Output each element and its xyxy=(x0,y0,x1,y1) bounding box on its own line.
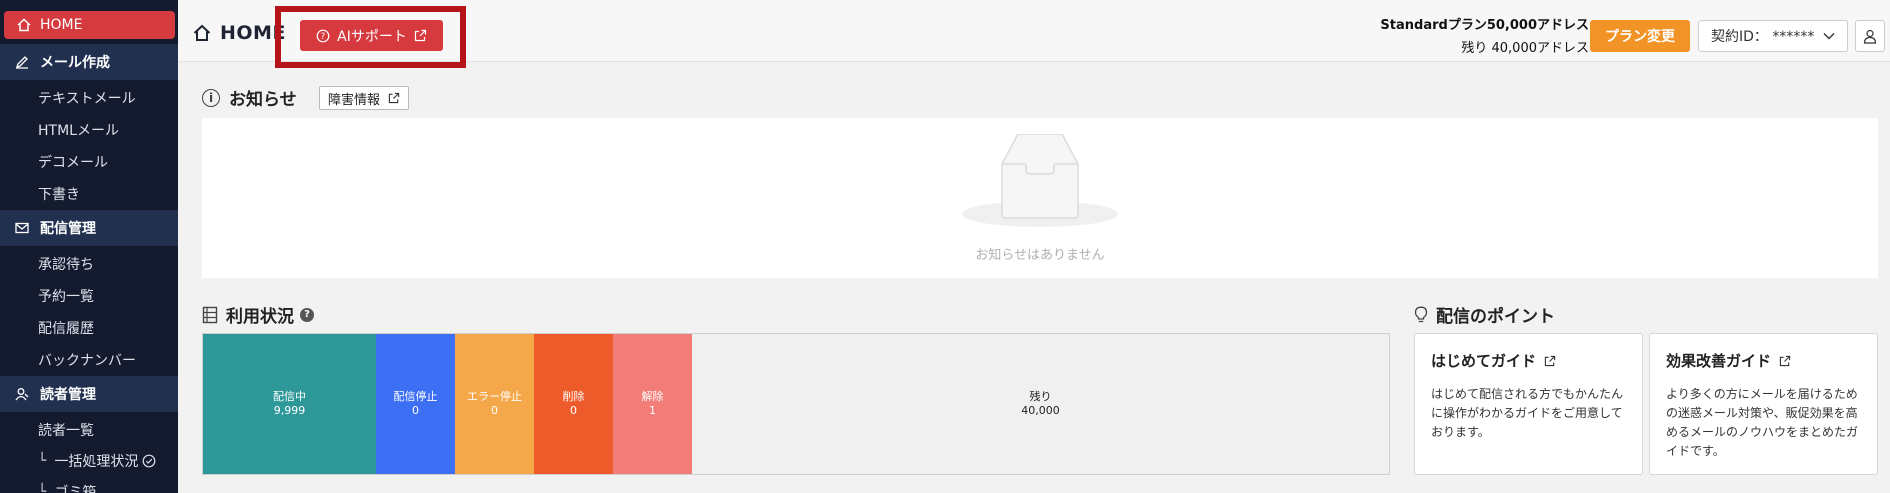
sidebar-section-label: 読者管理 xyxy=(40,387,96,403)
usage-header: 利用状況 ? xyxy=(202,302,314,327)
usage-segment-label: エラー停止 xyxy=(467,390,522,403)
external-link-icon xyxy=(414,29,426,42)
sidebar-section-delivery[interactable]: 配信管理 xyxy=(0,210,178,246)
chevron-down-icon xyxy=(1823,33,1835,40)
top-header: HOME ? AIサポート Standardプラン50,000アドレス 残り 4… xyxy=(178,0,1890,68)
guide-card-title: はじめてガイド xyxy=(1431,350,1626,371)
sidebar-item-bulk-status[interactable]: └ 一括処理状況 xyxy=(38,451,156,471)
usage-segment-label: 配信停止 xyxy=(393,390,438,403)
usage-segment-value: 40,000 xyxy=(1021,404,1060,417)
notice-title: お知らせ xyxy=(229,90,297,110)
external-link-icon xyxy=(1544,355,1556,366)
sidebar-item-history[interactable]: 配信履歴 xyxy=(38,318,94,338)
sidebar-item-reader-list[interactable]: 読者一覧 xyxy=(38,420,94,440)
usage-title: 利用状況 xyxy=(226,307,294,327)
plan-name: Standardプラン50,000アドレス xyxy=(1380,18,1589,33)
guide-card-body: はじめて配信される方でもかんたんに操作がわかるガイドをご用意しております。 xyxy=(1431,387,1624,439)
sidebar-item-home[interactable]: HOME xyxy=(4,11,175,39)
guide-card-body: より多くの方にメールを届けるための迷惑メール対策や、販促効果を高めるメールのノウ… xyxy=(1666,387,1859,458)
usage-segment-value: 0 xyxy=(570,404,577,417)
usage-segment-value: 0 xyxy=(491,404,498,417)
plan-change-button[interactable]: プラン変更 xyxy=(1590,20,1690,52)
empty-inbox-icon xyxy=(962,134,1118,227)
page-title: HOME xyxy=(192,22,286,44)
points-header: 配信のポイント xyxy=(1414,302,1555,327)
usage-segment: エラー停止 0 xyxy=(455,334,534,474)
empty-notice-text: お知らせはありません xyxy=(975,248,1105,263)
home-icon xyxy=(193,24,211,41)
plan-remaining: 残り 40,000アドレス xyxy=(1461,41,1589,56)
readers-icon xyxy=(14,386,30,402)
sidebar-item-reservations[interactable]: 予約一覧 xyxy=(38,286,94,306)
usage-segment: 配信停止 0 xyxy=(376,334,455,474)
usage-segment: 残り 40,000 xyxy=(692,334,1389,474)
guide-card-beginner[interactable]: はじめてガイド はじめて配信される方でもかんたんに操作がわかるガイドをご用意して… xyxy=(1414,333,1643,475)
sidebar-item-trash[interactable]: └ ゴミ箱 xyxy=(38,482,96,493)
usage-segment: 配信中 9,999 xyxy=(203,334,376,474)
sidebar-item-backnumber[interactable]: バックナンバー xyxy=(38,350,136,370)
sidebar-item-text-mail[interactable]: テキストメール xyxy=(38,88,136,108)
list-icon xyxy=(202,306,218,323)
check-circle-icon xyxy=(143,454,156,468)
info-icon: i xyxy=(202,88,220,107)
sidebar-section-mail-create[interactable]: メール作成 xyxy=(0,44,178,80)
guide-card-improvement[interactable]: 効果改善ガイド より多くの方にメールを届けるための迷惑メール対策や、販促効果を高… xyxy=(1649,333,1878,475)
sidebar: HOME メール作成 テキストメール HTMLメール デコメール 下書き 配信管… xyxy=(0,0,178,493)
usage-bar: 配信中 9,999 配信停止 0 エラー停止 0 削除 0 解除 1 残り 40,000 xyxy=(202,333,1390,475)
sidebar-item-deco-mail[interactable]: デコメール xyxy=(38,152,108,172)
sidebar-item-label: ゴミ箱 xyxy=(54,485,97,493)
usage-segment-label: 削除 xyxy=(562,390,585,403)
ai-support-button[interactable]: ? AIサポート xyxy=(300,20,443,51)
points-title: 配信のポイント xyxy=(1436,307,1555,327)
trouble-info-button[interactable]: 障害情報 xyxy=(319,86,410,110)
contract-id-value: ****** xyxy=(1772,29,1815,45)
usage-segment-value: 0 xyxy=(412,404,419,417)
svg-text:?: ? xyxy=(321,32,326,42)
sidebar-item-approval[interactable]: 承認待ち xyxy=(38,254,94,274)
sidebar-section-readers[interactable]: 読者管理 xyxy=(0,376,178,412)
sidebar-item-label: HOME xyxy=(40,17,83,33)
sidebar-item-drafts[interactable]: 下書き xyxy=(38,184,80,204)
tree-marker: └ xyxy=(38,453,47,469)
plan-info: Standardプラン50,000アドレス 残り 40,000アドレス xyxy=(1309,14,1589,60)
usage-segment: 解除 1 xyxy=(613,334,692,474)
guide-card-title: 効果改善ガイド xyxy=(1666,350,1861,371)
lightbulb-icon xyxy=(1414,306,1428,322)
trouble-info-label: 障害情報 xyxy=(328,92,381,108)
tree-marker: └ xyxy=(38,484,47,493)
mail-icon xyxy=(14,220,30,236)
usage-segment-value: 1 xyxy=(649,404,656,417)
ai-support-label: AIサポート xyxy=(337,28,407,45)
help-circle-icon: ? xyxy=(316,29,330,42)
usage-segment-label: 配信中 xyxy=(273,390,306,403)
usage-segment-value: 9,999 xyxy=(273,404,306,417)
external-link-icon xyxy=(388,92,400,104)
usage-segment-label: 残り xyxy=(1029,390,1052,403)
sidebar-section-label: メール作成 xyxy=(40,55,110,71)
external-link-icon xyxy=(1779,355,1791,366)
sidebar-item-html-mail[interactable]: HTMLメール xyxy=(38,120,119,140)
notice-header: i お知らせ xyxy=(202,85,297,110)
help-icon[interactable]: ? xyxy=(300,307,314,322)
user-button[interactable] xyxy=(1855,20,1885,52)
sidebar-item-label: 一括処理状況 xyxy=(54,454,139,470)
user-icon xyxy=(1863,29,1877,44)
home-icon xyxy=(17,18,31,32)
pencil-icon xyxy=(14,54,30,70)
contract-id-label: 契約ID： ****** xyxy=(1711,29,1815,45)
contract-id-dropdown[interactable]: 契約ID： ****** xyxy=(1698,20,1848,52)
sidebar-section-label: 配信管理 xyxy=(40,221,96,237)
usage-segment: 削除 0 xyxy=(534,334,613,474)
usage-segment-label: 解除 xyxy=(641,390,664,403)
notice-panel: お知らせはありません xyxy=(202,118,1878,278)
